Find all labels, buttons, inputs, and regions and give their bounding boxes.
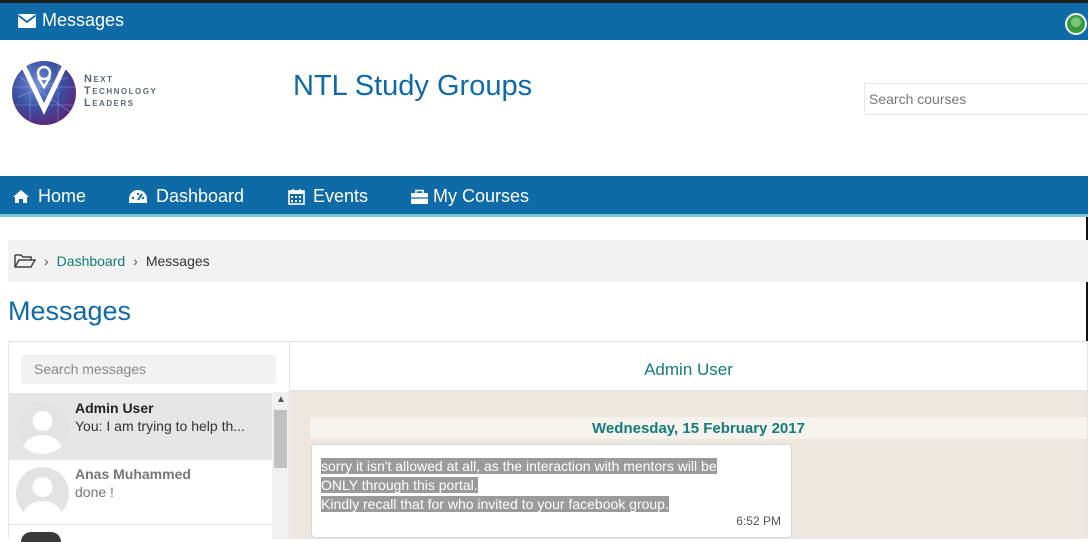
logo-line-2: Technology <box>84 85 158 97</box>
message-text: sorry it isn't allowed at all, as the in… <box>321 457 717 514</box>
calendar-icon <box>288 189 305 205</box>
briefcase-icon <box>411 189 428 204</box>
scrollbar-thumb[interactable] <box>274 410 287 468</box>
contact-item[interactable]: Admin User You: I am trying to help th..… <box>9 393 272 459</box>
contact-item[interactable]: Anas Muhammed done ! <box>9 459 272 525</box>
site-title[interactable]: NTL Study Groups <box>293 70 532 103</box>
avatar <box>16 467 69 520</box>
avatar <box>16 401 69 454</box>
dashboard-icon <box>129 190 147 203</box>
page-title: Messages <box>8 296 132 326</box>
user-avatar[interactable] <box>1065 13 1087 35</box>
date-separator: Wednesday, 15 February 2017 <box>310 417 1087 439</box>
nav-my-courses-label: My Courses <box>433 186 530 206</box>
messages-panel: Search messages Admin User You: I am try… <box>8 341 1088 542</box>
breadcrumb-current: Messages <box>145 253 210 269</box>
main-nav: Home Dashboard Events My Courses <box>0 176 1088 217</box>
divider <box>9 524 272 525</box>
message-bubble[interactable]: sorry it isn't allowed at all, as the in… <box>311 444 792 538</box>
contact-snippet: You: I am trying to help th... <box>75 418 245 434</box>
message-line: sorry it isn't allowed at all, as the in… <box>321 458 717 474</box>
contact-name: Anas Muhammed <box>75 466 191 482</box>
search-courses-input[interactable]: Search courses <box>864 83 1088 115</box>
nav-dashboard-label: Dashboard <box>156 186 245 206</box>
conversation-header: Admin User <box>290 342 1087 391</box>
contacts-scrollbar[interactable]: ▲ <box>272 392 289 539</box>
search-messages-input[interactable]: Search messages <box>21 355 276 384</box>
top-bar: Messages <box>0 0 1088 40</box>
contacts-column: Search messages Admin User You: I am try… <box>9 342 290 542</box>
nav-home-label: Home <box>38 186 87 206</box>
nav-events-label: Events <box>313 186 369 206</box>
avatar <box>21 532 61 542</box>
envelope-icon <box>18 13 36 28</box>
contact-name: Admin User <box>75 400 154 416</box>
messages-title[interactable]: Messages <box>18 10 124 31</box>
conversation-column: Admin User Wednesday, 15 February 2017 s… <box>290 342 1087 539</box>
message-line: ONLY through this portal. <box>321 477 478 493</box>
logo-line-3: Leaders <box>84 97 135 109</box>
site-header: Next Technology Leaders NTL Study Groups… <box>0 40 1088 176</box>
breadcrumb: › Dashboard › Messages <box>8 240 1088 282</box>
chevron-right-icon: › <box>44 253 49 269</box>
nav-home[interactable]: Home <box>12 186 86 207</box>
nav-my-courses[interactable]: My Courses <box>410 186 529 207</box>
contact-snippet: done ! <box>75 484 114 500</box>
message-line: Kindly recall that for who invited to yo… <box>321 496 669 512</box>
conversation-body: Wednesday, 15 February 2017 sorry it isn… <box>290 391 1087 539</box>
nav-dashboard[interactable]: Dashboard <box>128 186 244 207</box>
message-time: 6:52 PM <box>736 514 781 528</box>
chevron-up-icon[interactable]: ▲ <box>276 394 286 405</box>
folder-open-icon <box>14 254 36 268</box>
chevron-right-icon: › <box>133 253 138 269</box>
home-icon <box>13 190 29 203</box>
breadcrumb-dashboard-link[interactable]: Dashboard <box>57 253 126 269</box>
ntl-logo[interactable] <box>10 57 80 127</box>
conversation-contact-name[interactable]: Admin User <box>290 360 1087 380</box>
logo-line-1: Next <box>84 73 114 85</box>
nav-events[interactable]: Events <box>288 186 368 207</box>
logo-wordmark: Next Technology Leaders <box>84 73 157 109</box>
messages-title-label: Messages <box>42 10 125 30</box>
